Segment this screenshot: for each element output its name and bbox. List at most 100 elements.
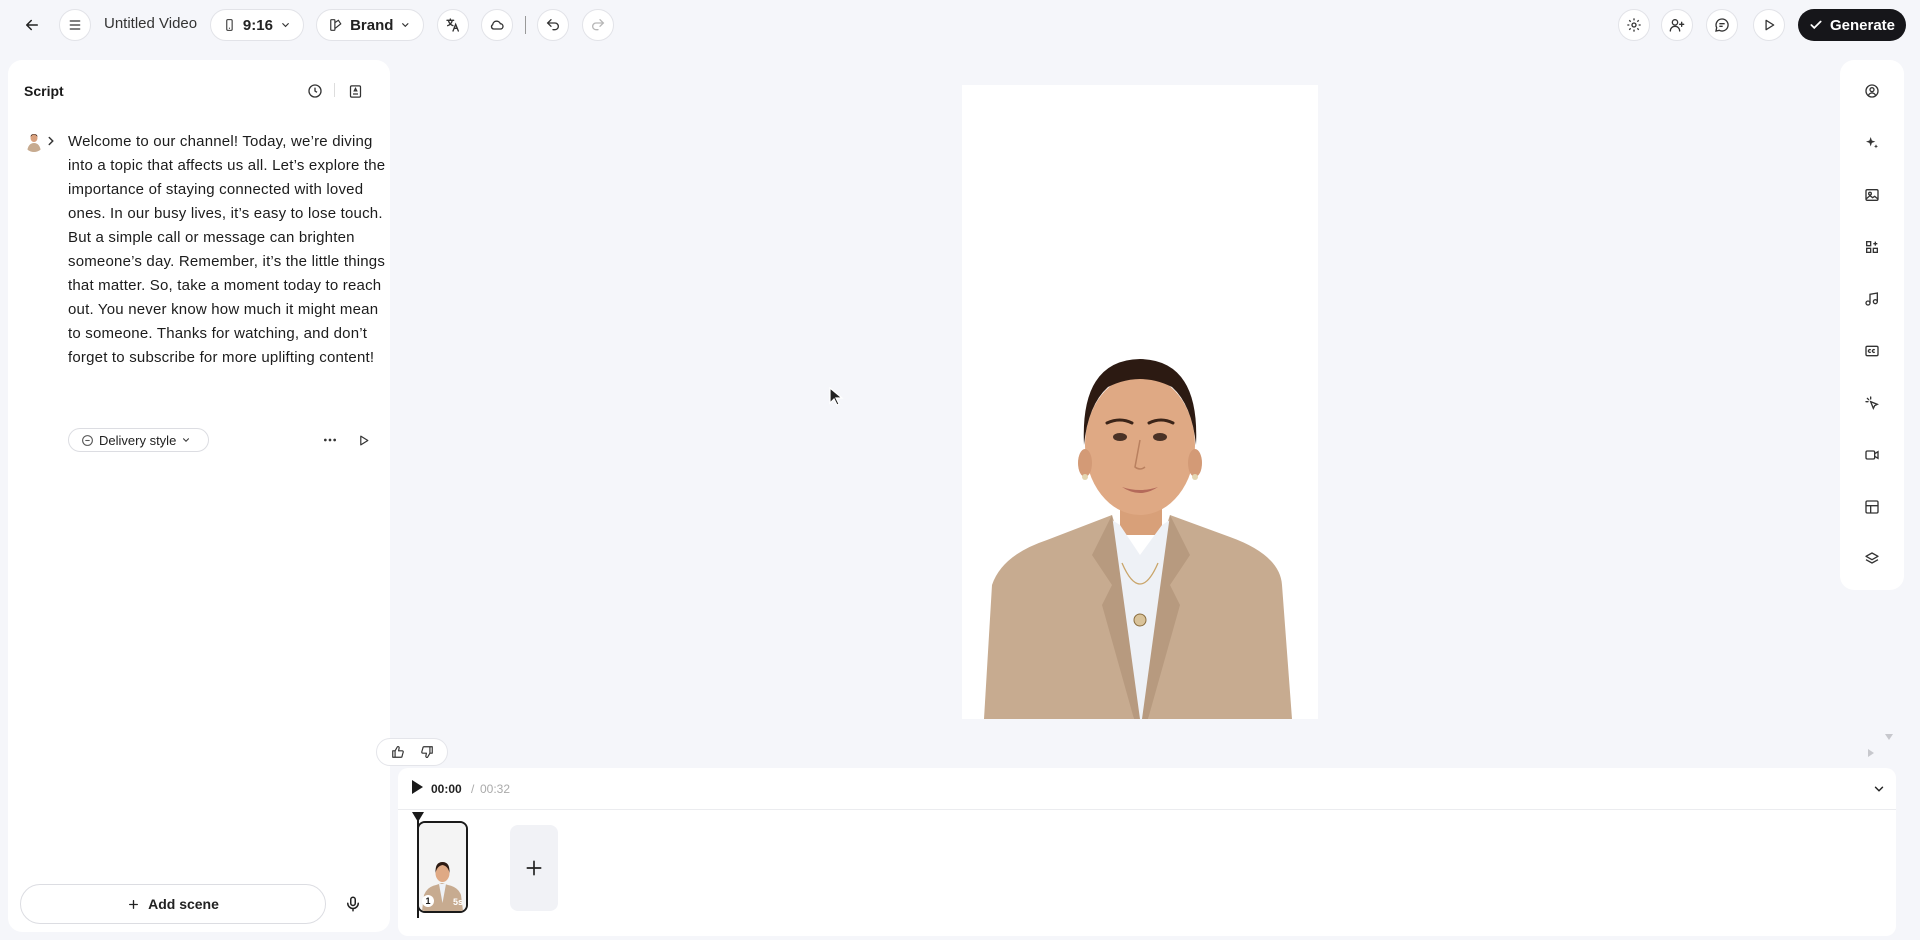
thumbs-up-icon [391,746,404,758]
presenter-image [984,359,1292,719]
preview-button[interactable] [1753,9,1785,41]
generate-button[interactable]: Generate [1798,9,1906,41]
checkmark-icon [1810,20,1822,30]
add-user-icon [1669,19,1685,32]
feedback-bar [376,738,448,766]
translate-icon [446,18,459,32]
arrow-left-icon [26,19,38,31]
gear-icon [1627,18,1641,32]
ai-sparkle-icon [1866,137,1878,149]
tool-rail [1840,60,1904,590]
comments-button[interactable] [1706,9,1738,41]
comment-icon [1715,18,1729,32]
delivery-style-dropdown[interactable]: Delivery style [68,428,209,452]
phone-icon [226,19,233,31]
collapse-timeline-button[interactable] [1872,782,1886,796]
redo-button[interactable] [582,9,614,41]
settings-button[interactable] [1618,9,1650,41]
thumbs-up-button[interactable] [391,745,405,759]
aspect-ratio-label: 9:16 [242,16,273,34]
thumbs-down-icon [420,746,433,758]
cloud-icon [490,20,504,30]
timeline: 00:00 / 00:32 1 5s [398,768,1896,936]
tool-media-button[interactable] [1859,182,1885,208]
layout-icon [1865,500,1879,514]
tool-elements-button[interactable] [1859,234,1885,260]
scroll-right-icon[interactable] [1867,748,1875,758]
image-icon [1865,189,1879,201]
cloud-save-button[interactable] [481,9,513,41]
script-text[interactable]: Welcome to our channel! Today, we’re div… [68,130,386,370]
toolbar-divider [525,16,526,34]
avatar[interactable] [24,132,44,152]
avatar-icon [1865,84,1879,98]
more-options-button[interactable] [319,429,341,451]
chevron-right-icon[interactable] [44,134,58,148]
brand-dropdown[interactable]: Brand [316,9,424,41]
redo-icon [592,19,605,31]
thumbs-down-button[interactable] [420,745,434,759]
scene-number-badge: 1 [422,895,434,907]
add-scene-button[interactable]: Add scene [20,884,326,924]
undo-button[interactable] [537,9,569,41]
time-separator: / [471,782,475,796]
panel-divider [334,83,335,97]
timeline-play-button[interactable] [410,779,424,795]
history-button[interactable] [304,80,326,102]
video-title[interactable]: Untitled Video [104,15,197,32]
script-import-button[interactable] [344,80,366,102]
tool-ai-button[interactable] [1859,130,1885,156]
document-icon [349,84,361,98]
delivery-style-label: Delivery style [99,432,177,448]
record-voice-button[interactable] [344,894,362,914]
timeline-header: 00:00 / 00:32 [398,768,1896,810]
clock-icon [308,84,322,98]
play-script-button[interactable] [352,429,374,451]
microphone-icon [347,896,359,912]
script-panel-title: Script [24,83,64,99]
style-icon [82,434,93,446]
scene-thumbnail[interactable]: 1 5s [417,821,468,913]
total-time: 00:32 [480,782,511,796]
tool-interaction-button[interactable] [1859,390,1885,416]
tool-music-button[interactable] [1859,286,1885,312]
add-scene-label: Add scene [148,896,219,912]
brand-label: Brand [350,16,394,34]
video-icon [1865,450,1879,460]
mouse-cursor-icon [829,387,844,406]
script-panel: Script Welcome to our channel! Today, we… [8,60,390,932]
chevron-down-icon [402,23,409,28]
tool-layout-button[interactable] [1859,494,1885,520]
tool-avatar-button[interactable] [1859,78,1885,104]
translate-button[interactable] [437,9,469,41]
undo-icon [546,19,559,31]
menu-button[interactable] [59,9,91,41]
add-scene-tile-button[interactable] [510,825,558,911]
video-canvas[interactable] [962,85,1318,719]
interaction-icon [1865,396,1879,410]
current-time: 00:00 [431,782,462,796]
chevron-down-icon [183,438,190,442]
scene-duration: 5s [452,897,463,907]
layers-icon [1865,552,1879,564]
chevron-down-icon [282,23,289,28]
play-icon [359,435,368,445]
play-icon [1765,19,1775,31]
plus-icon [129,899,139,909]
elements-icon [1866,241,1878,253]
top-bar: Untitled Video 9:16 Brand Generate [0,0,1920,50]
captions-icon [1865,345,1879,357]
scroll-down-icon[interactable] [1884,733,1894,741]
hamburger-icon [69,20,81,30]
plus-icon [526,860,542,876]
more-icon [324,438,336,442]
tool-captions-button[interactable] [1859,338,1885,364]
share-button[interactable] [1661,9,1693,41]
music-icon [1865,292,1878,306]
aspect-ratio-dropdown[interactable]: 9:16 [210,9,304,41]
generate-label: Generate [1829,16,1896,34]
tool-layers-button[interactable] [1859,546,1885,572]
tool-video-button[interactable] [1859,442,1885,468]
back-button[interactable] [16,9,48,41]
brand-kit-icon [330,19,342,31]
